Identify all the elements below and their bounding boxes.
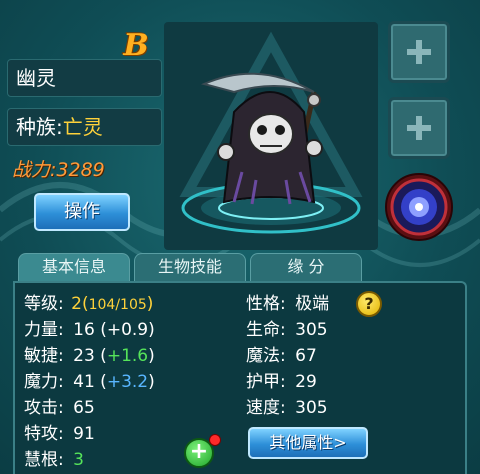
notification-dot <box>209 434 221 446</box>
stat-label: 护甲: <box>246 372 286 392</box>
stat-value: 3 <box>73 450 84 470</box>
stat-armor: 护甲: 29 <box>246 371 317 393</box>
stat-paren: ( <box>94 372 107 392</box>
stat-label: 慧根: <box>24 450 64 470</box>
stat-strength: 力量: 16 (+0.9) <box>24 319 155 341</box>
stat-speed: 速度: 305 <box>246 397 328 419</box>
stat-label: 特攻: <box>24 424 64 444</box>
stat-paren: ) <box>148 346 155 366</box>
stat-label: 速度: <box>246 398 286 418</box>
combat-power: 战力:3289 <box>12 159 105 181</box>
tab-fate[interactable]: 缘 分 <box>250 253 362 281</box>
reaper-portrait <box>179 31 363 234</box>
stat-level: 等级: 2(104/105) <box>24 293 153 316</box>
stat-label: 力量: <box>24 320 64 340</box>
stat-label: 魔法: <box>246 346 286 366</box>
stat-value: 65 <box>73 398 95 418</box>
rank-badge: B <box>123 28 149 63</box>
stat-paren: ( <box>81 294 89 314</box>
stat-bonus: +3.2 <box>106 372 149 392</box>
creature-name: 幽灵 <box>7 59 162 97</box>
equipment-slot-2[interactable] <box>388 97 450 159</box>
stat-value: 29 <box>295 372 317 392</box>
race-value: 亡灵 <box>62 115 103 139</box>
operate-button[interactable]: 操作 <box>34 193 130 231</box>
stat-label: 魔力: <box>24 372 64 392</box>
creature-name-text: 幽灵 <box>16 66 56 90</box>
stat-value: 305 <box>295 398 328 418</box>
stat-mp: 魔法: 67 <box>246 345 317 367</box>
stat-wisdom: 慧根: 3 <box>24 449 84 471</box>
creature-race: 种族:亡灵 <box>7 108 162 146</box>
stat-value: 23 <box>73 346 95 366</box>
stat-value: 极端 <box>295 294 330 314</box>
stat-magic-power: 魔力: 41 (+3.2) <box>24 371 155 393</box>
stat-paren: ) <box>146 294 154 314</box>
stat-special-attack: 特攻: 91 <box>24 423 95 445</box>
tab-basic-info[interactable]: 基本信息 <box>18 253 130 281</box>
stat-bonus: (+0.9) <box>100 320 155 340</box>
eye-orb-icon[interactable] <box>384 172 454 242</box>
stat-extra: 104/105 <box>88 297 147 313</box>
stat-paren: ( <box>94 346 107 366</box>
stat-personality: 性格: 极端 <box>246 293 329 315</box>
tab-creature-skills[interactable]: 生物技能 <box>134 253 246 281</box>
stat-value: 41 <box>73 372 95 392</box>
stat-value: 2 <box>71 294 82 314</box>
stat-attack: 攻击: 65 <box>24 397 95 419</box>
stat-label: 敏捷: <box>24 346 64 366</box>
equipment-slot-1[interactable] <box>388 21 450 83</box>
stat-bonus: +1.6 <box>106 346 149 366</box>
creature-portrait <box>164 22 378 250</box>
stat-paren: ) <box>148 372 155 392</box>
stat-agility: 敏捷: 23 (+1.6) <box>24 345 155 367</box>
stat-hp: 生命: 305 <box>246 319 328 341</box>
stat-label: 攻击: <box>24 398 64 418</box>
stat-label: 性格: <box>246 294 286 314</box>
stat-value: 67 <box>295 346 317 366</box>
stat-label: 生命: <box>246 320 286 340</box>
stat-value: 305 <box>295 320 328 340</box>
help-icon[interactable]: ? <box>356 291 382 317</box>
race-label: 种族: <box>16 115 63 139</box>
stat-value: 16 <box>73 320 95 340</box>
more-attributes-button[interactable]: 其他属性> <box>248 427 368 459</box>
stat-label: 等级: <box>24 294 64 314</box>
stat-value: 91 <box>73 424 95 444</box>
